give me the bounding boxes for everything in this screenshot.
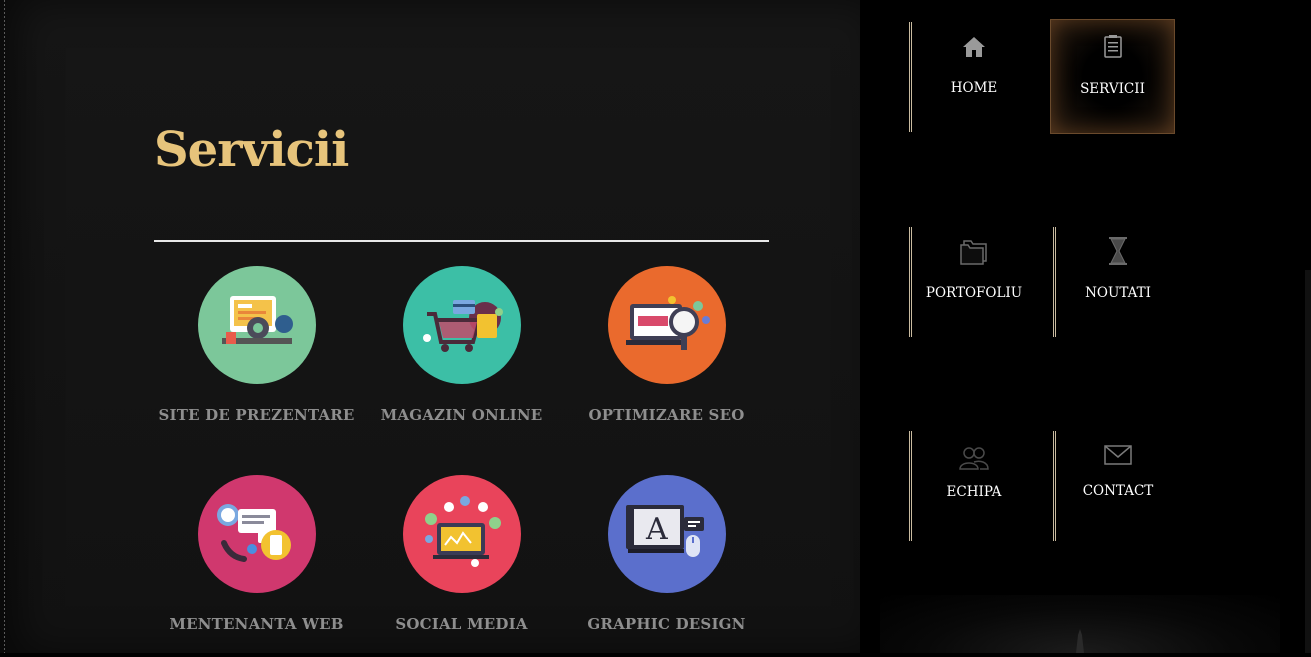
left-edge-line	[4, 0, 5, 653]
nav-item-echipa[interactable]: ECHIPA	[912, 431, 1036, 543]
website-presentation-icon	[197, 266, 316, 384]
graphic-design-icon: A	[607, 475, 726, 593]
nav-item-servicii[interactable]: SERVICII	[1050, 19, 1175, 134]
nav-label: SERVICII	[1080, 81, 1145, 97]
scrollbar[interactable]	[1305, 270, 1311, 653]
nav-item-home[interactable]: HOME	[912, 22, 1036, 134]
home-icon	[963, 37, 985, 57]
nav-label: CONTACT	[1082, 483, 1154, 499]
service-social-media[interactable]: SOCIAL MEDIA	[359, 475, 564, 633]
nav-item-noutati[interactable]: NOUTATI	[1056, 227, 1180, 339]
service-optimizare-seo[interactable]: OPTIMIZARE SEO	[564, 266, 769, 424]
shopping-cart-icon	[402, 266, 521, 384]
service-label: SOCIAL MEDIA	[395, 615, 528, 633]
service-magazin-online[interactable]: MAGAZIN ONLINE	[359, 266, 564, 424]
nav-label: HOME	[950, 80, 998, 96]
support-24-icon	[197, 475, 316, 593]
service-label: GRAPHIC DESIGN	[587, 615, 746, 633]
service-site-de-prezentare[interactable]: SITE DE PREZENTARE	[154, 266, 359, 424]
hourglass-icon	[1109, 237, 1127, 265]
service-label: MAGAZIN ONLINE	[380, 406, 543, 424]
service-graphic-design[interactable]: A GRAPHIC DESIGN	[564, 475, 769, 633]
team-icon	[959, 447, 989, 470]
service-mentenanta-web[interactable]: MENTENANTA WEB	[154, 475, 359, 633]
page-title: Servicii	[154, 122, 349, 178]
nav-item-portofoliu[interactable]: PORTOFOLIU	[912, 227, 1036, 339]
list-icon	[1103, 35, 1122, 58]
folder-icon	[960, 240, 987, 265]
service-label: OPTIMIZARE SEO	[588, 406, 745, 424]
seo-magnifier-icon	[607, 266, 726, 384]
bottom-decoration	[880, 595, 1280, 653]
envelope-icon	[1104, 445, 1132, 465]
tower-icon	[1076, 629, 1084, 653]
nav-label: PORTOFOLIU	[925, 285, 1023, 301]
title-divider	[154, 240, 769, 242]
nav-label: NOUTATI	[1085, 285, 1151, 301]
nav-item-contact[interactable]: CONTACT	[1056, 431, 1180, 543]
social-media-icon	[402, 475, 521, 593]
service-label: SITE DE PREZENTARE	[158, 406, 355, 424]
service-label: MENTENANTA WEB	[169, 615, 344, 633]
nav-label: ECHIPA	[946, 484, 1002, 500]
svg-text:A: A	[645, 512, 668, 547]
